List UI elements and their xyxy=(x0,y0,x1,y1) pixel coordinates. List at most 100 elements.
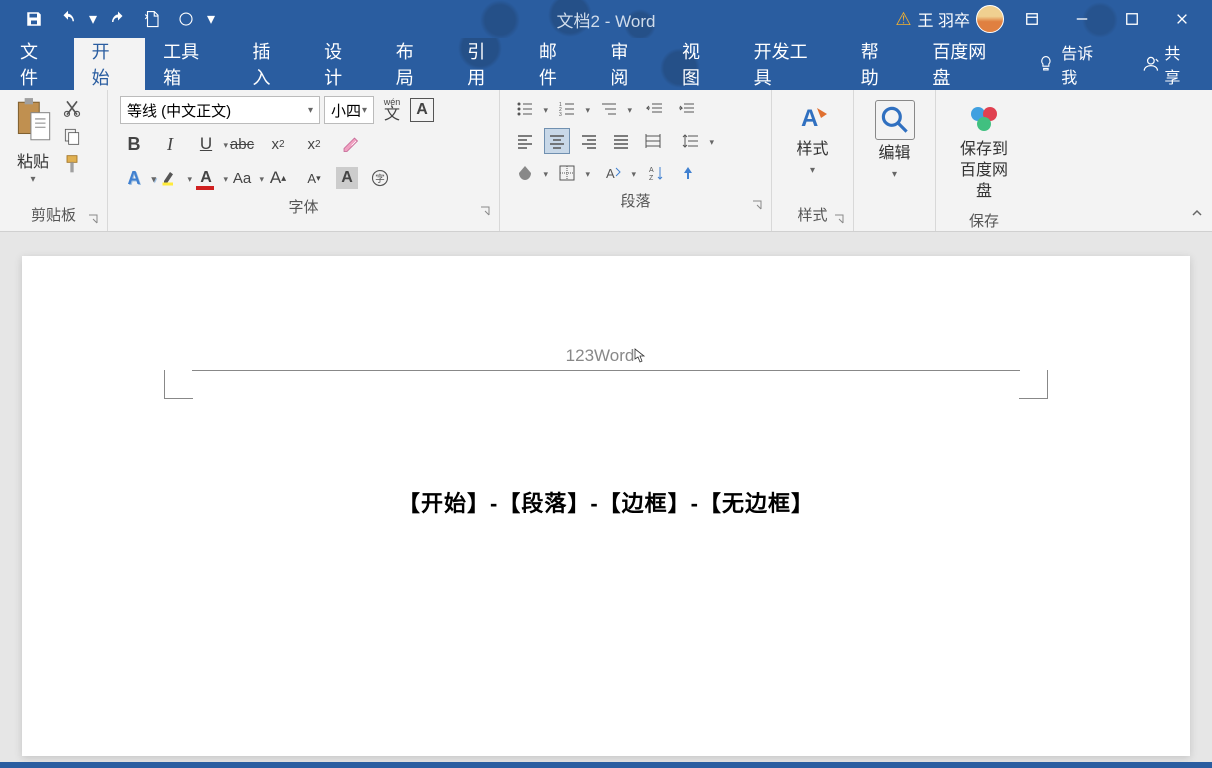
show-marks-button[interactable] xyxy=(676,160,702,186)
tab-references[interactable]: 引用 xyxy=(449,38,521,90)
minimize-icon[interactable] xyxy=(1060,4,1104,34)
cut-icon[interactable] xyxy=(62,98,86,120)
avatar[interactable] xyxy=(976,5,1004,33)
grow-font-button[interactable]: A▴ xyxy=(264,164,292,192)
save-baidu-label: 保存到百度网盘 xyxy=(954,140,1014,202)
superscript-button[interactable]: x2 xyxy=(300,130,328,158)
svg-text:Z: Z xyxy=(649,175,654,182)
tab-baidu[interactable]: 百度网盘 xyxy=(914,38,1021,90)
launcher-icon[interactable] xyxy=(87,213,99,225)
header-text[interactable]: 123Word xyxy=(192,346,1020,366)
tell-me[interactable]: 告诉我 xyxy=(1021,38,1124,90)
clear-format-button[interactable] xyxy=(336,130,364,158)
multilevel-button[interactable] xyxy=(596,96,622,122)
underline-button[interactable]: U xyxy=(192,130,220,158)
group-label-save: 保存 xyxy=(944,208,1024,235)
tab-file[interactable]: 文件 xyxy=(0,38,74,90)
font-color-button[interactable]: A xyxy=(192,164,220,192)
group-clipboard: 粘贴 ▾ 剪贴板 xyxy=(0,90,108,231)
tab-help[interactable]: 帮助 xyxy=(843,38,915,90)
strikethrough-button[interactable]: abc xyxy=(228,130,256,158)
align-left-button[interactable] xyxy=(512,128,538,154)
group-label-editing xyxy=(862,206,927,229)
justify-button[interactable] xyxy=(608,128,634,154)
subscript-button[interactable]: x2 xyxy=(264,130,292,158)
shading-button[interactable] xyxy=(512,160,538,186)
tab-developer[interactable]: 开发工具 xyxy=(736,38,843,90)
shrink-font-button[interactable]: A▾ xyxy=(300,164,328,192)
asian-layout-button[interactable]: A xyxy=(600,160,626,186)
header-area[interactable]: 123Word xyxy=(192,346,1020,371)
save-icon[interactable] xyxy=(18,4,50,34)
align-right-button[interactable] xyxy=(576,128,602,154)
char-border-button[interactable]: A xyxy=(410,98,434,122)
chevron-down-icon: ▾ xyxy=(892,169,897,180)
italic-button[interactable]: I xyxy=(156,130,184,158)
tab-design[interactable]: 设计 xyxy=(306,38,378,90)
redo-icon[interactable] xyxy=(102,4,134,34)
sort-button[interactable]: AZ xyxy=(644,160,670,186)
styles-label: 样式 xyxy=(796,140,828,161)
tab-layout[interactable]: 布局 xyxy=(378,38,450,90)
distributed-button[interactable] xyxy=(640,128,666,154)
share-label: 共享 xyxy=(1164,40,1196,88)
save-baidu-button[interactable]: 保存到百度网盘 xyxy=(944,94,1024,208)
app-name: Word xyxy=(615,12,655,31)
increase-indent-button[interactable] xyxy=(674,96,700,122)
circle-icon[interactable] xyxy=(170,4,202,34)
tab-review[interactable]: 审阅 xyxy=(592,38,664,90)
group-label-paragraph: 段落 xyxy=(508,188,763,215)
borders-button[interactable] xyxy=(554,160,580,186)
ribbon-tabs: 文件 开始 工具箱 插入 设计 布局 引用 邮件 审阅 视图 开发工具 帮助 百… xyxy=(0,38,1212,90)
undo-dropdown-icon[interactable]: ▾ xyxy=(86,4,100,34)
ribbon: 粘贴 ▾ 剪贴板 等线 (中文正文)▾ 小四▾ wén文 A B xyxy=(0,90,1212,232)
change-case-button[interactable]: Aa xyxy=(228,164,256,192)
warning-icon[interactable]: ⚠ xyxy=(895,9,911,30)
page[interactable]: 123Word 【开始】-【段落】-【边框】-【无边框】 xyxy=(22,256,1190,756)
tab-insert[interactable]: 插入 xyxy=(235,38,307,90)
decrease-indent-button[interactable] xyxy=(642,96,668,122)
styles-icon: A xyxy=(795,100,831,136)
launcher-icon[interactable] xyxy=(751,199,763,211)
group-editing: 编辑 ▾ xyxy=(854,90,936,231)
svg-text:字: 字 xyxy=(375,172,385,185)
editing-label: 编辑 xyxy=(878,144,910,165)
svg-text:A: A xyxy=(649,167,654,174)
format-painter-icon[interactable] xyxy=(62,154,86,176)
qat-customize-icon[interactable]: ▾ xyxy=(204,4,218,34)
editing-button[interactable]: 编辑 ▾ xyxy=(865,94,925,186)
line-spacing-button[interactable] xyxy=(678,128,704,154)
collapse-ribbon-icon[interactable] xyxy=(1190,206,1204,225)
new-file-icon[interactable] xyxy=(136,4,168,34)
launcher-icon[interactable] xyxy=(479,205,491,217)
launcher-icon[interactable] xyxy=(833,213,845,225)
undo-icon[interactable] xyxy=(52,4,84,34)
tab-toolbox[interactable]: 工具箱 xyxy=(145,38,234,90)
font-size-combo[interactable]: 小四▾ xyxy=(324,96,374,124)
text-effects-button[interactable]: A xyxy=(120,164,148,192)
font-name-combo[interactable]: 等线 (中文正文)▾ xyxy=(120,96,320,124)
pinyin-guide-button[interactable]: wén文 xyxy=(378,96,406,124)
align-center-button[interactable] xyxy=(544,128,570,154)
tab-mailings[interactable]: 邮件 xyxy=(521,38,593,90)
share-button[interactable]: 共享 xyxy=(1125,38,1212,90)
paste-button[interactable]: 粘贴 ▾ xyxy=(8,94,58,187)
highlight-button[interactable] xyxy=(156,164,184,192)
ribbon-display-icon[interactable] xyxy=(1010,4,1054,34)
tell-me-label: 告诉我 xyxy=(1061,40,1108,88)
svg-text:A: A xyxy=(801,105,818,132)
bullets-button[interactable] xyxy=(512,96,538,122)
char-shading-button[interactable]: A xyxy=(336,167,358,189)
copy-icon[interactable] xyxy=(62,126,86,148)
tab-view[interactable]: 视图 xyxy=(664,38,736,90)
document-area[interactable]: 123Word 【开始】-【段落】-【边框】-【无边框】 xyxy=(0,232,1212,762)
close-icon[interactable] xyxy=(1160,4,1204,34)
enclose-char-button[interactable]: 字 xyxy=(366,164,394,192)
numbering-button[interactable]: 123 xyxy=(554,96,580,122)
bold-button[interactable]: B xyxy=(120,130,148,158)
maximize-icon[interactable] xyxy=(1110,4,1154,34)
document-body-text[interactable]: 【开始】-【段落】-【边框】-【无边框】 xyxy=(172,486,1040,518)
styles-button[interactable]: A 样式 ▾ xyxy=(785,94,841,182)
tab-home[interactable]: 开始 xyxy=(74,38,146,90)
user-name[interactable]: 王 羽卒 xyxy=(918,7,970,31)
